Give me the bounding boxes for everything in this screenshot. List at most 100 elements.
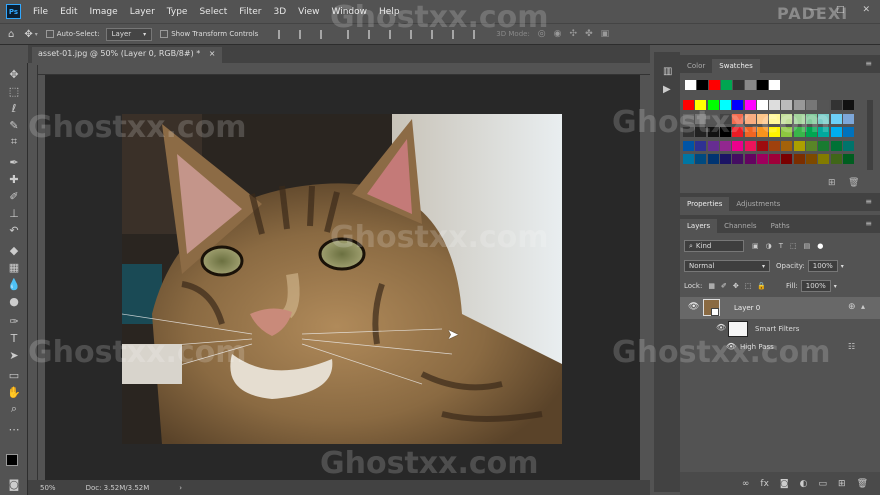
brush-tool-icon[interactable]: ✐ xyxy=(6,189,22,203)
adjustment-layer-icon[interactable]: ◐ xyxy=(800,479,808,489)
color-swatch[interactable] xyxy=(769,154,781,164)
color-swatch[interactable] xyxy=(719,140,731,151)
color-swatch[interactable] xyxy=(781,140,793,151)
color-swatch[interactable] xyxy=(830,127,842,137)
color-swatch[interactable] xyxy=(830,154,842,164)
color-swatch[interactable] xyxy=(806,140,817,151)
color-swatch[interactable] xyxy=(695,140,707,151)
color-swatch[interactable] xyxy=(695,113,707,124)
high-pass-eye-icon[interactable]: 👁 xyxy=(726,342,736,351)
move-tool-icon[interactable]: ✥ xyxy=(24,29,32,40)
healing-brush-tool-icon[interactable]: ✚ xyxy=(6,172,22,186)
color-swatch[interactable] xyxy=(842,154,854,164)
marquee-tool-icon[interactable]: ⬚ xyxy=(6,84,22,98)
status-menu-arrow[interactable]: › xyxy=(179,484,182,492)
smart-filter-mask[interactable] xyxy=(728,321,748,337)
maximize-button[interactable]: □ xyxy=(836,5,845,15)
tab-swatches[interactable]: Swatches xyxy=(712,59,760,73)
color-swatch[interactable] xyxy=(806,100,817,110)
color-swatch[interactable] xyxy=(695,154,707,164)
lock-position-icon[interactable]: ✥ xyxy=(733,282,739,290)
tab-layers[interactable]: Layers xyxy=(680,219,718,233)
smart-filters-row[interactable]: 👁 Smart Filters xyxy=(680,320,880,338)
dodge-tool-icon[interactable]: ● xyxy=(6,294,22,308)
filter-smart-object-icon[interactable]: ▤ xyxy=(804,242,811,250)
close-button[interactable]: ✕ xyxy=(862,5,870,15)
minimize-button[interactable]: — xyxy=(809,5,818,15)
color-swatch[interactable] xyxy=(719,100,731,110)
align-bottom-icon[interactable] xyxy=(389,29,398,39)
color-swatch[interactable] xyxy=(683,113,694,124)
rectangle-tool-icon[interactable]: ▭ xyxy=(6,368,22,382)
color-swatch[interactable] xyxy=(707,154,719,164)
filter-toggle-icon[interactable]: ● xyxy=(817,242,823,250)
lock-artboard-icon[interactable]: ⬚ xyxy=(745,282,752,290)
color-swatch[interactable] xyxy=(842,140,854,151)
path-select-tool-icon[interactable]: ➤ xyxy=(6,348,22,362)
menu-edit[interactable]: Edit xyxy=(60,7,77,17)
color-swatch[interactable] xyxy=(830,100,842,110)
photoshop-logo[interactable]: Ps xyxy=(6,4,21,19)
menu-select[interactable]: Select xyxy=(199,7,227,17)
new-swatch-icon[interactable]: ⊞ xyxy=(828,178,836,188)
color-swatch[interactable] xyxy=(830,113,842,124)
recent-swatch[interactable] xyxy=(697,80,708,90)
roll-3d-icon[interactable]: ◉ xyxy=(554,29,562,39)
align-center-icon[interactable] xyxy=(299,29,308,39)
tool-preset-dropdown-icon[interactable]: ▾ xyxy=(35,31,38,38)
document-tab[interactable]: asset-01.jpg @ 50% (Layer 0, RGB/8#) * × xyxy=(32,47,222,63)
lock-all-icon[interactable]: 🔒 xyxy=(757,282,766,290)
filter-kind-dropdown[interactable]: ⌕ Kind xyxy=(684,240,744,252)
zoom-tool-icon[interactable]: ⌕ xyxy=(6,402,22,416)
color-swatch[interactable] xyxy=(781,154,793,164)
filter-adjustment-icon[interactable]: ◑ xyxy=(766,242,772,250)
align-right-icon[interactable] xyxy=(320,29,329,39)
tab-adjustments[interactable]: Adjustments xyxy=(729,197,787,211)
drag-3d-icon[interactable]: ✣ xyxy=(570,29,578,39)
recent-swatch[interactable] xyxy=(685,80,696,90)
color-swatch[interactable] xyxy=(695,100,707,110)
color-swatch[interactable] xyxy=(781,113,793,124)
color-swatch[interactable] xyxy=(769,113,781,124)
eyedropper-tool-icon[interactable]: ✒ xyxy=(6,155,22,169)
color-swatch[interactable] xyxy=(756,154,768,164)
document-image[interactable] xyxy=(122,114,562,444)
color-swatch[interactable] xyxy=(793,140,805,151)
menu-layer[interactable]: Layer xyxy=(130,7,155,17)
color-swatch[interactable] xyxy=(744,100,756,110)
recent-swatch[interactable] xyxy=(721,80,732,90)
color-swatch[interactable] xyxy=(683,100,694,110)
auto-select-checkbox[interactable] xyxy=(45,30,54,38)
lasso-tool-icon[interactable]: ℓ xyxy=(6,101,22,115)
color-swatch[interactable] xyxy=(842,113,854,124)
align-left-icon[interactable] xyxy=(278,29,287,39)
blur-tool-icon[interactable]: 💧 xyxy=(6,277,22,291)
color-swatch[interactable] xyxy=(793,100,805,110)
tab-properties[interactable]: Properties xyxy=(680,197,730,211)
color-swatch[interactable] xyxy=(732,113,744,124)
home-icon[interactable]: ⌂ xyxy=(8,29,14,40)
recent-swatch[interactable] xyxy=(757,80,768,90)
color-swatch[interactable] xyxy=(683,154,694,164)
zoom-level[interactable]: 50% xyxy=(40,484,56,492)
color-swatch[interactable] xyxy=(732,140,744,151)
color-swatch[interactable] xyxy=(707,100,719,110)
new-group-icon[interactable]: ▭ xyxy=(819,479,828,489)
slide-3d-icon[interactable]: ✤ xyxy=(585,29,593,39)
distribute-bottom-icon[interactable] xyxy=(452,29,461,39)
color-swatch[interactable] xyxy=(793,154,805,164)
recent-swatch[interactable] xyxy=(733,80,744,90)
type-tool-icon[interactable]: T xyxy=(6,331,22,345)
history-brush-tool-icon[interactable]: ↶ xyxy=(6,223,22,237)
blend-mode-dropdown[interactable]: Normal ▾ xyxy=(684,260,770,272)
color-swatch[interactable] xyxy=(842,100,854,110)
gradient-tool-icon[interactable]: ▦ xyxy=(6,260,22,274)
panel-menu-icon[interactable]: ≡ xyxy=(865,197,872,206)
color-swatch[interactable] xyxy=(744,154,756,164)
opacity-dropdown-icon[interactable]: ▾ xyxy=(841,263,844,270)
align-top-icon[interactable] xyxy=(347,29,356,39)
menu-window[interactable]: Window xyxy=(332,7,368,17)
recent-swatch[interactable] xyxy=(769,80,780,90)
foreground-color-swatch[interactable] xyxy=(6,454,18,466)
panel-menu-icon[interactable]: ≡ xyxy=(865,59,872,68)
